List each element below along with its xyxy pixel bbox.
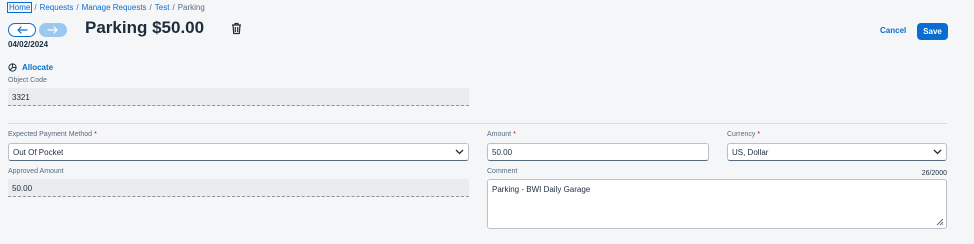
allocate-label: Allocate — [22, 63, 54, 72]
allocate-icon — [8, 63, 17, 72]
approved-amount-label: Approved Amount — [8, 168, 64, 175]
save-button[interactable]: Save — [917, 23, 948, 40]
required-marker: * — [94, 131, 97, 138]
breadcrumb-home[interactable]: Home — [6, 2, 33, 13]
breadcrumb-manage-requests[interactable]: Manage Requests — [82, 3, 147, 12]
comment-textarea[interactable]: Parking - BWI Daily Garage — [487, 179, 947, 229]
breadcrumb: Home / Requests / Manage Requests / Test… — [6, 2, 205, 13]
arrow-left-icon — [17, 26, 28, 34]
currency-label: Currency * — [727, 131, 761, 138]
comment-label: Comment — [487, 168, 518, 175]
section-divider — [8, 123, 947, 124]
required-marker: * — [513, 131, 516, 138]
amount-input[interactable]: 50.00 — [487, 143, 709, 161]
currency-select[interactable]: US, Dollar — [727, 143, 947, 161]
object-code-value: 3321 — [8, 88, 469, 106]
trash-icon — [232, 22, 241, 35]
amount-label: Amount * — [487, 131, 516, 138]
breadcrumb-test[interactable]: Test — [155, 3, 170, 12]
forward-button[interactable] — [39, 23, 67, 37]
payment-method-select[interactable]: Out Of Pocket — [8, 143, 469, 161]
arrow-right-icon — [47, 26, 58, 34]
allocate-link[interactable]: Allocate — [8, 63, 53, 72]
breadcrumb-separator: / — [76, 3, 79, 12]
comment-char-counter: 26/2000 — [921, 170, 947, 177]
payment-method-label: Expected Payment Method * — [8, 131, 97, 138]
approved-amount-value: 50.00 — [8, 179, 469, 197]
breadcrumb-separator: / — [172, 3, 175, 12]
resize-handle-icon[interactable] — [935, 217, 944, 226]
request-date: 04/02/2024 — [8, 40, 49, 49]
back-button[interactable] — [8, 23, 36, 37]
chevron-down-icon — [933, 149, 942, 155]
cancel-button[interactable]: Cancel — [880, 26, 906, 35]
page-title: Parking $50.00 — [85, 18, 205, 37]
required-marker: * — [757, 131, 761, 138]
object-code-label: Object Code — [8, 77, 47, 84]
breadcrumb-separator: / — [34, 3, 37, 12]
delete-button[interactable] — [231, 22, 242, 40]
breadcrumb-current: Parking — [177, 3, 205, 12]
chevron-down-icon — [455, 149, 464, 155]
breadcrumb-requests[interactable]: Requests — [40, 3, 74, 12]
breadcrumb-separator: / — [149, 3, 152, 12]
